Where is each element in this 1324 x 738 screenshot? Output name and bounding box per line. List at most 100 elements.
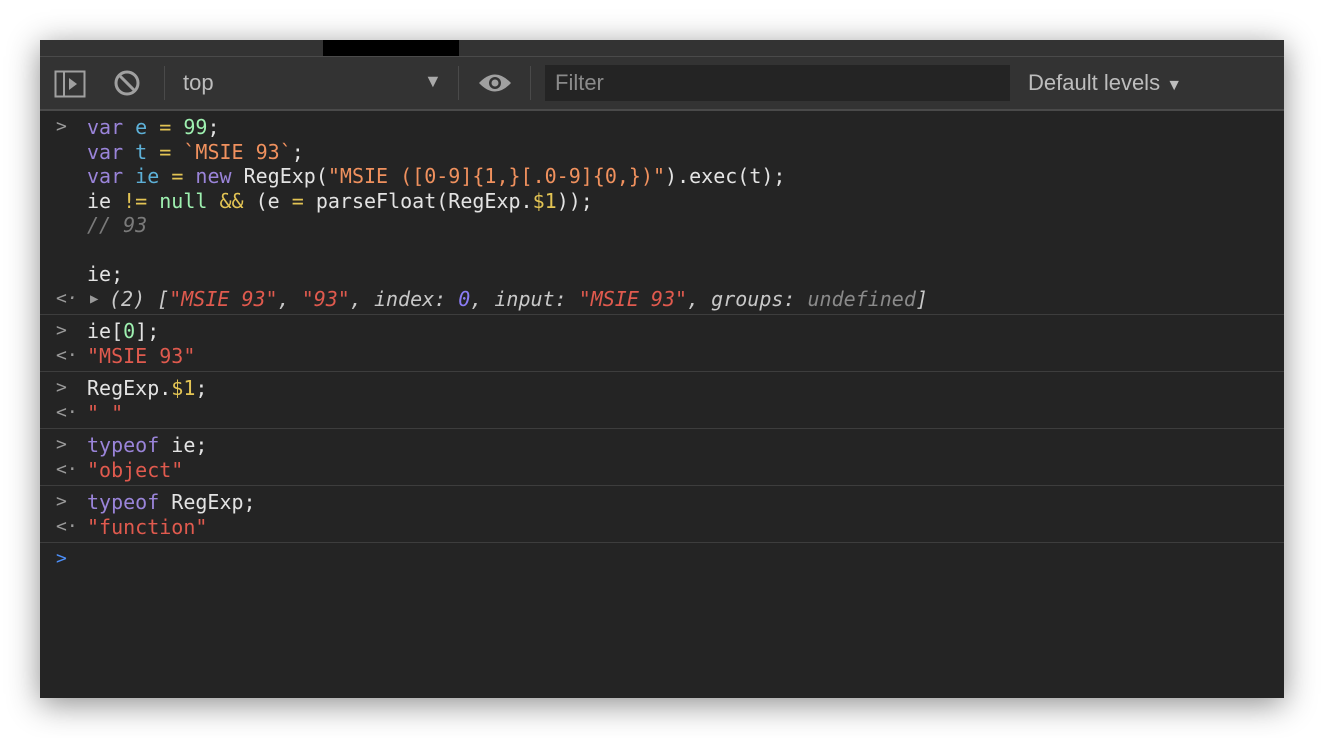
code: RegExp. — [87, 376, 172, 400]
string: "MSIE ([0-9]{1,}[.0-9]{0,})" — [327, 164, 666, 188]
code: ).exec(t); — [665, 164, 786, 188]
console-entry: > var e = 99; var t = `MSIE 93`; var ie =… — [40, 111, 1284, 315]
identifier: e — [135, 115, 148, 139]
operator: = — [159, 115, 172, 139]
input-line: > typeof RegExp; — [40, 490, 1284, 515]
result-arrow-icon: <· — [56, 287, 78, 309]
keyword: var — [87, 139, 124, 164]
prompt-chevron-icon: > — [56, 434, 67, 455]
result-line: <· "function" — [40, 515, 1284, 540]
code: ]; — [135, 319, 160, 343]
operator: = — [159, 139, 172, 164]
console-prompt[interactable]: > — [40, 543, 1284, 575]
prompt-chevron-icon: > — [56, 491, 67, 512]
array-length: (2) [ — [109, 286, 170, 311]
punct: ; — [207, 115, 220, 139]
string: `MSIE 93` — [183, 139, 292, 164]
keyword: typeof — [87, 433, 160, 457]
console-entry: > ie[0]; <· "MSIE 93" — [40, 315, 1284, 372]
identifier: t — [135, 139, 148, 164]
property-value: "MSIE 93" — [578, 286, 688, 311]
input-line: var ie = new RegExp("MSIE ([0-9]{1,}[.0-… — [40, 164, 1284, 189]
code: RegExp( — [243, 164, 328, 188]
property-label: groups: — [711, 286, 808, 311]
devtools-tab-strip — [40, 40, 1284, 57]
clear-console-icon[interactable] — [113, 69, 141, 97]
number: 0 — [123, 319, 136, 343]
input-line: > ie[0]; — [40, 319, 1284, 344]
keyword: new — [195, 164, 232, 188]
result-line: <· "object" — [40, 458, 1284, 483]
code: ; — [195, 376, 208, 400]
prompt-chevron-icon: > — [56, 320, 67, 341]
console-output: > var e = 99; var t = `MSIE 93`; var ie =… — [40, 111, 1284, 575]
result-arrow-icon: <· — [56, 458, 78, 480]
context-selector[interactable]: top — [183, 70, 214, 96]
input-line: > typeof ie; — [40, 433, 1284, 458]
property-value: undefined — [807, 286, 916, 311]
input-line: > RegExp.$1; — [40, 376, 1284, 401]
number: 99 — [183, 115, 208, 139]
result-value: " " — [87, 400, 124, 425]
input-line: > var e = 99; — [40, 115, 1284, 140]
result-arrow-icon: <· — [56, 401, 78, 423]
property: $1 — [171, 376, 196, 400]
result-value: "MSIE 93" — [87, 343, 196, 368]
divider — [530, 66, 531, 100]
code: )); — [556, 188, 593, 213]
code: parseFloat(RegExp. — [315, 188, 533, 213]
identifier: ie — [135, 164, 160, 188]
operator: = — [291, 188, 304, 213]
expand-triangle-icon[interactable]: ▶ — [90, 287, 98, 312]
property-label: input: — [494, 286, 579, 311]
null-literal: null — [159, 188, 208, 213]
sidebar-toggle-icon[interactable] — [54, 70, 86, 98]
redacted-area — [323, 40, 459, 56]
property: $1 — [532, 188, 557, 213]
punct: ; — [291, 139, 304, 164]
console-entry: > typeof RegExp; <· "function" — [40, 486, 1284, 543]
chevron-down-icon: ▼ — [1166, 77, 1183, 94]
code: ie; — [159, 433, 208, 457]
operator: = — [171, 164, 184, 188]
input-line: var t = `MSIE 93`; — [40, 140, 1284, 165]
eye-icon[interactable] — [478, 72, 512, 94]
array-item: "93" — [301, 286, 350, 311]
log-levels-dropdown[interactable]: Default levels ▼ — [1028, 70, 1182, 96]
console-toolbar: top ▼ Default levels ▼ — [40, 57, 1284, 111]
log-levels-label: Default levels — [1028, 70, 1161, 95]
result-value: "function" — [87, 514, 208, 539]
array-item: "MSIE 93" — [169, 286, 278, 311]
result-line: <· " " — [40, 401, 1284, 426]
keyword: var — [87, 115, 124, 139]
result-arrow-icon: <· — [56, 344, 78, 366]
prompt-chevron-icon: > — [56, 548, 67, 569]
code: RegExp; — [159, 490, 256, 514]
keyword: typeof — [87, 490, 160, 514]
filter-input[interactable] — [545, 65, 1010, 101]
divider — [164, 66, 165, 100]
prompt-chevron-icon: > — [56, 377, 67, 398]
operator: && — [219, 188, 244, 213]
devtools-window: top ▼ Default levels ▼ > var e = 99; var … — [40, 40, 1284, 698]
result-value: "object" — [87, 457, 184, 482]
operator: != — [123, 188, 148, 213]
divider — [458, 66, 459, 100]
code: ie[ — [87, 319, 124, 343]
property-value: 0 — [458, 286, 471, 311]
prompt-input[interactable]: > — [40, 547, 1284, 572]
property-label: index: — [373, 286, 459, 311]
console-entry: > typeof ie; <· "object" — [40, 429, 1284, 486]
result-arrow-icon: <· — [56, 515, 78, 537]
result-line[interactable]: <· ▶ (2) ["MSIE 93", "93", index: 0, input… — [40, 287, 1284, 312]
result-line: <· "MSIE 93" — [40, 344, 1284, 369]
console-entry: > RegExp.$1; <· " " — [40, 372, 1284, 429]
input-line: ie != null && (e = parseFloat(RegExp.$1)… — [40, 189, 1284, 214]
comment-line: // 93 — [87, 213, 148, 237]
punct: ] — [915, 286, 928, 311]
chevron-down-icon[interactable]: ▼ — [424, 71, 442, 92]
input-line: ie; — [87, 262, 124, 286]
prompt-chevron-icon: > — [56, 116, 67, 137]
code: (e — [255, 188, 292, 213]
